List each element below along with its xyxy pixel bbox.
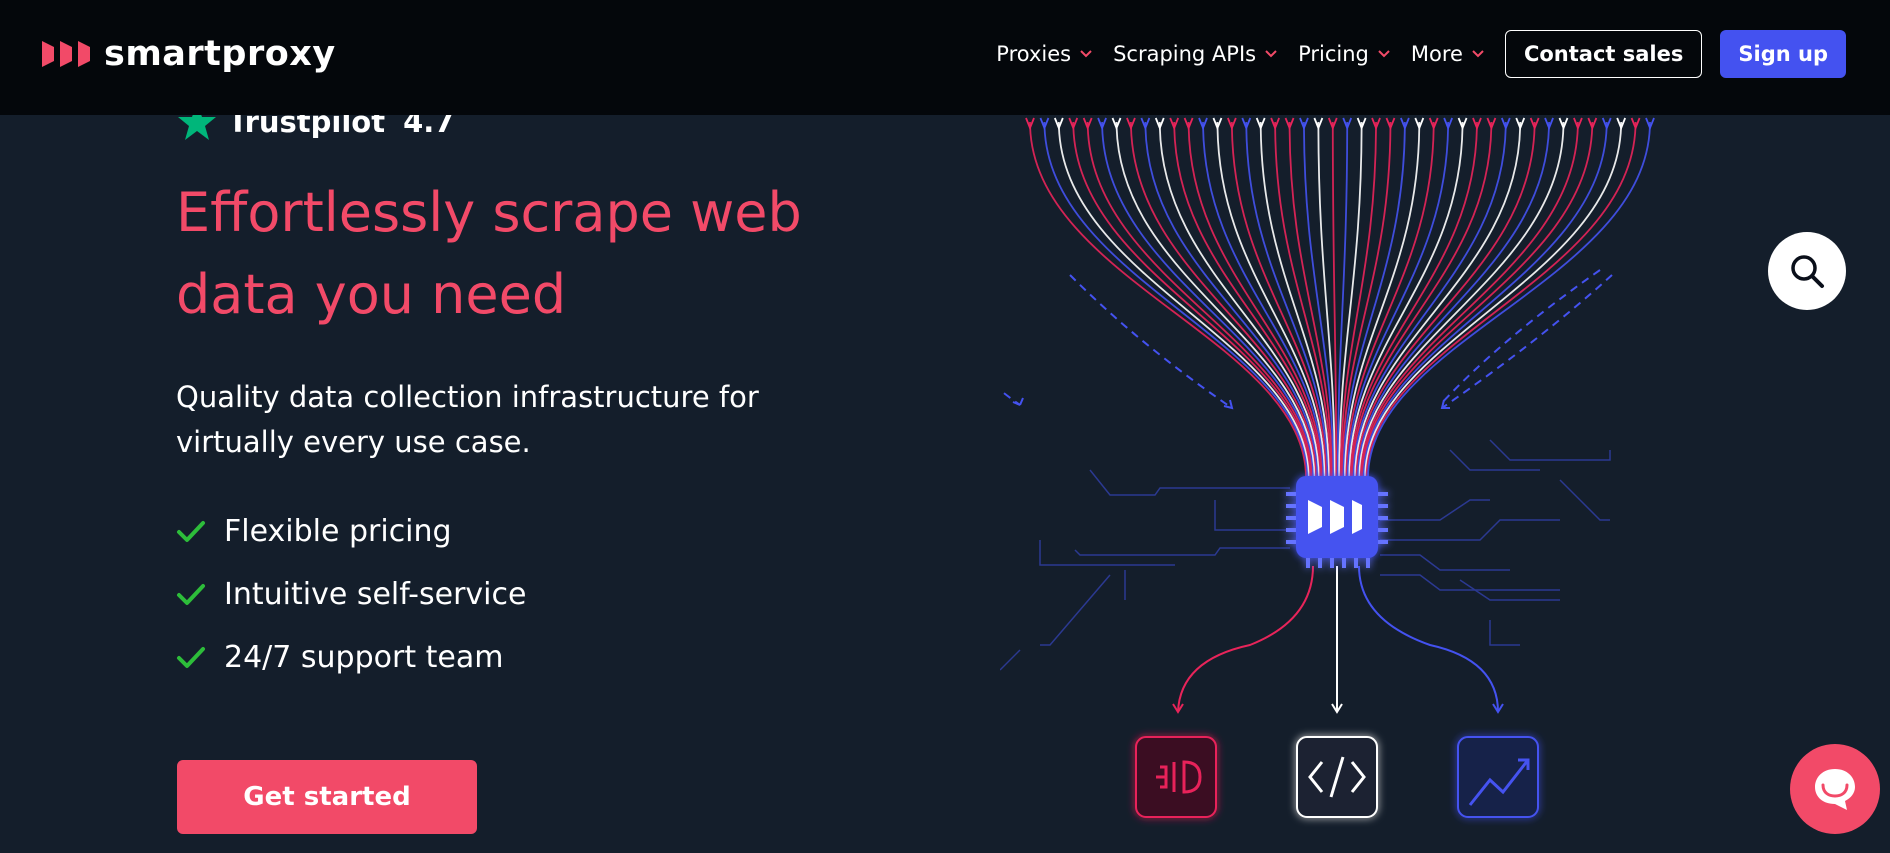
plug-icon [1135, 736, 1217, 818]
code-icon [1296, 736, 1378, 818]
data-stream-line [1029, 121, 1307, 479]
proxy-chip-icon [1286, 476, 1388, 568]
site-header: smartproxy Proxies Scraping APIs Pricing… [0, 0, 1890, 115]
search-icon [1791, 255, 1824, 288]
data-funnel-illustration [1000, 117, 1655, 818]
chevron-down-icon [1378, 50, 1390, 58]
chevron-down-icon [1265, 50, 1277, 58]
check-icon [177, 646, 205, 668]
feature-label: Intuitive self-service [224, 577, 527, 612]
nav-label: More [1410, 42, 1463, 66]
feature-label: 24/7 support team [224, 640, 504, 675]
contact-sales-button[interactable]: Contact sales [1504, 30, 1703, 78]
feature-label: Flexible pricing [224, 514, 452, 549]
check-icon [177, 583, 205, 605]
nav-pricing[interactable]: Pricing [1298, 42, 1391, 66]
main-nav: Proxies Scraping APIs Pricing More Conta… [996, 30, 1846, 78]
hero-headline: Effortlessly scrape web data you need [176, 181, 802, 326]
chat-button[interactable] [1790, 744, 1880, 834]
smartproxy-logo-icon [42, 41, 90, 67]
get-started-button[interactable]: Get started [177, 760, 477, 834]
nav-scraping-apis[interactable]: Scraping APIs [1113, 42, 1278, 66]
sign-up-button[interactable]: Sign up [1720, 30, 1846, 78]
feature-item: Intuitive self-service [176, 563, 526, 626]
nav-more[interactable]: More [1411, 42, 1485, 66]
feature-item: Flexible pricing [176, 500, 526, 563]
feature-item: 24/7 support team [176, 626, 526, 689]
hero-subtext: Quality data collection infrastructure f… [176, 380, 759, 459]
search-button[interactable] [1768, 232, 1846, 310]
logo[interactable]: smartproxy [40, 32, 336, 76]
chat-icon [1815, 769, 1855, 810]
brand-name: smartproxy [104, 34, 336, 74]
feature-list: Flexible pricing Intuitive self-service … [176, 500, 526, 689]
chevron-down-icon [1472, 50, 1484, 58]
check-icon [177, 520, 205, 542]
chevron-down-icon [1080, 50, 1092, 58]
chart-trend-icon [1457, 736, 1539, 818]
nav-label: Proxies [996, 42, 1072, 66]
nav-label: Pricing [1298, 42, 1369, 66]
nav-proxies[interactable]: Proxies [996, 42, 1093, 66]
nav-label: Scraping APIs [1113, 42, 1257, 66]
